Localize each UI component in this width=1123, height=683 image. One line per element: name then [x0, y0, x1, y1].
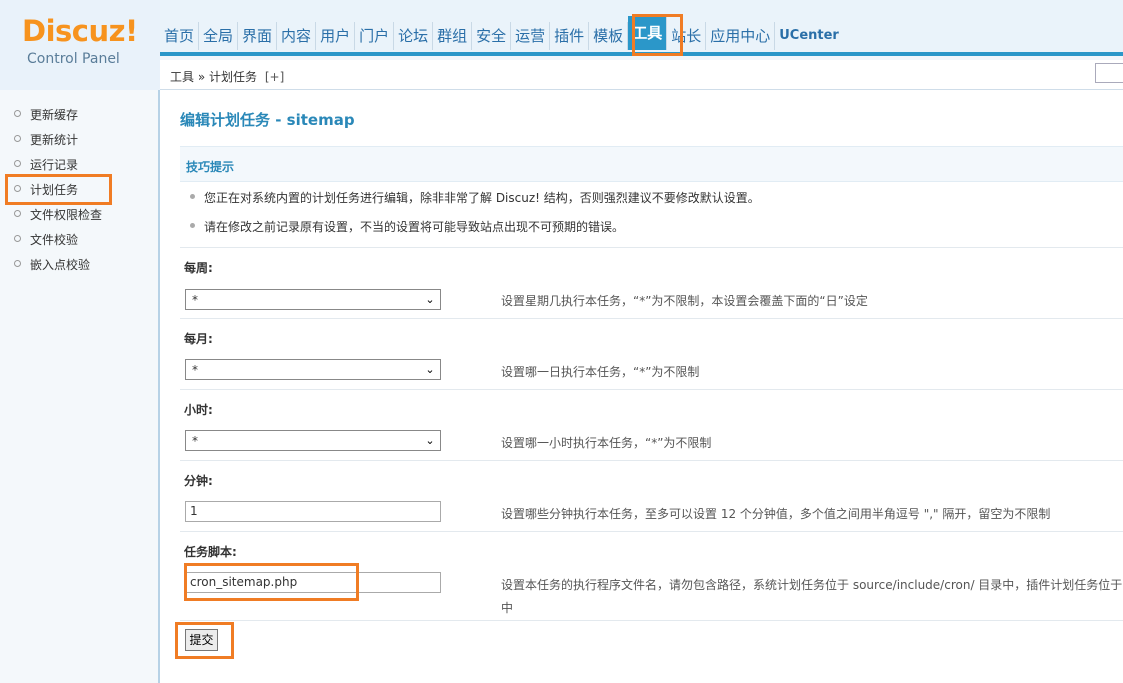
bullet-icon — [190, 194, 195, 199]
script-desc: 设置本任务的执行程序文件名，请勿包含路径，系统计划任务位于 source/inc… — [501, 578, 1123, 592]
sidebar-item-label: 文件校验 — [30, 233, 79, 247]
sidebar: 更新缓存 更新统计 运行记录 计划任务 文件权限检查 文件校验 嵌入点校验 — [0, 90, 160, 683]
nav-template[interactable]: 模板 — [589, 22, 629, 50]
nav-tools[interactable]: 工具 — [628, 16, 668, 50]
script-input[interactable]: cron_sitemap.php — [185, 572, 441, 593]
sidebar-item-label: 文件权限检查 — [30, 208, 103, 222]
tip-text: 您正在对系统内置的计划任务进行编辑，除非非常了解 Discuz! 结构，否则强烈… — [204, 191, 760, 205]
day-value: * — [192, 363, 198, 377]
search-input[interactable] — [1095, 63, 1123, 83]
nav-group[interactable]: 群组 — [433, 22, 473, 50]
main-content: 编辑计划任务 - sitemap 技巧提示 您正在对系统内置的计划任务进行编辑，… — [162, 91, 1123, 683]
logo[interactable]: Discuz! Control Panel — [0, 0, 160, 90]
nav-ucenter[interactable]: UCenter — [775, 22, 843, 50]
bullet-icon — [14, 210, 21, 217]
tip-item: 请在修改之前记录原有设置，不当的设置将可能导致站点出现不可预期的错误。 — [190, 218, 625, 235]
breadcrumb-current: 计划任务 — [209, 70, 258, 84]
nav-cloud[interactable]: 应用中心 — [706, 22, 776, 50]
tip-item: 您正在对系统内置的计划任务进行编辑，除非非常了解 Discuz! 结构，否则强烈… — [190, 189, 760, 206]
breadcrumb: 工具 » 计划任务 [+] — [160, 60, 1123, 90]
day-label: 每月: — [184, 332, 213, 346]
tip-text: 请在修改之前记录原有设置，不当的设置将可能导致站点出现不可预期的错误。 — [204, 220, 625, 234]
nav-operation[interactable]: 运营 — [511, 22, 551, 50]
script-label: 任务脚本: — [184, 545, 237, 559]
nav-forum[interactable]: 论坛 — [394, 22, 434, 50]
breadcrumb-root[interactable]: 工具 — [170, 70, 194, 84]
nav-home[interactable]: 首页 — [160, 22, 200, 50]
weekday-value: * — [192, 293, 198, 307]
bullet-icon — [14, 135, 21, 142]
chevron-down-icon: ⌄ — [425, 293, 435, 306]
minute-input[interactable]: 1 — [185, 501, 441, 522]
top-navigation: 首页 全局 界面 内容 用户 门户 论坛 群组 安全 运营 插件 模板 工具 站… — [160, 0, 1123, 56]
sidebar-item-file-check[interactable]: 文件校验 — [0, 231, 158, 256]
bullet-icon — [14, 260, 21, 267]
nav-style[interactable]: 界面 — [238, 22, 278, 50]
logo-brand: Discuz! — [22, 14, 138, 48]
divider — [180, 460, 1123, 461]
sidebar-item-label: 更新缓存 — [30, 108, 79, 122]
sidebar-item-label: 运行记录 — [30, 158, 79, 172]
nav-portal[interactable]: 门户 — [355, 22, 395, 50]
weekday-select[interactable]: * ⌄ — [185, 289, 441, 310]
tips-header: 技巧提示 — [180, 146, 1123, 182]
hour-select[interactable]: * ⌄ — [185, 430, 441, 451]
tips-title: 技巧提示 — [186, 160, 235, 174]
nav-user[interactable]: 用户 — [316, 22, 356, 50]
bullet-icon — [14, 110, 21, 117]
divider — [180, 247, 1123, 248]
sidebar-item-label: 更新统计 — [30, 133, 79, 147]
sidebar-item-file-perms[interactable]: 文件权限检查 — [0, 206, 158, 231]
nav-safe[interactable]: 安全 — [472, 22, 512, 50]
sidebar-item-run-log[interactable]: 运行记录 — [0, 156, 158, 181]
nav-founder[interactable]: 站长 — [667, 22, 707, 50]
bullet-icon — [14, 160, 21, 167]
script-desc-cont: 中 — [501, 601, 514, 615]
page-title: 编辑计划任务 - sitemap — [180, 111, 355, 129]
sidebar-item-update-stats[interactable]: 更新统计 — [0, 131, 158, 156]
divider — [180, 389, 1123, 390]
submit-button[interactable]: 提交 — [185, 629, 218, 651]
sidebar-item-update-cache[interactable]: 更新缓存 — [0, 106, 158, 131]
nav-plugin[interactable]: 插件 — [550, 22, 590, 50]
minute-label: 分钟: — [184, 474, 213, 488]
bullet-icon — [190, 223, 195, 228]
breadcrumb-separator: » — [197, 70, 206, 84]
hour-desc: 设置哪一小时执行本任务，“*”为不限制 — [501, 436, 712, 450]
hour-value: * — [192, 434, 198, 448]
nav-content[interactable]: 内容 — [277, 22, 317, 50]
bullet-icon — [14, 185, 21, 192]
sidebar-item-label: 计划任务 — [30, 183, 79, 197]
nav-global[interactable]: 全局 — [199, 22, 239, 50]
chevron-down-icon: ⌄ — [425, 434, 435, 447]
bullet-icon — [14, 235, 21, 242]
divider — [180, 531, 1123, 532]
minute-desc: 设置哪些分钟执行本任务，至多可以设置 12 个分钟值，多个值之间用半角逗号 ",… — [501, 507, 1051, 521]
chevron-down-icon: ⌄ — [425, 363, 435, 376]
sidebar-item-label: 嵌入点校验 — [30, 258, 91, 272]
header: Discuz! Control Panel 首页 全局 界面 内容 用户 门户 … — [0, 0, 1123, 90]
hour-label: 小时: — [184, 403, 213, 417]
weekday-label: 每周: — [184, 261, 213, 275]
day-select[interactable]: * ⌄ — [185, 359, 441, 380]
sidebar-item-cron[interactable]: 计划任务 — [0, 181, 158, 206]
weekday-desc: 设置星期几执行本任务，“*”为不限制，本设置会覆盖下面的“日”设定 — [501, 294, 868, 308]
logo-subtitle: Control Panel — [27, 51, 120, 67]
breadcrumb-add-link[interactable]: [+] — [265, 70, 284, 84]
divider — [180, 620, 1123, 621]
sidebar-item-hook-check[interactable]: 嵌入点校验 — [0, 256, 158, 281]
day-desc: 设置哪一日执行本任务，“*”为不限制 — [501, 365, 700, 379]
divider — [180, 318, 1123, 319]
